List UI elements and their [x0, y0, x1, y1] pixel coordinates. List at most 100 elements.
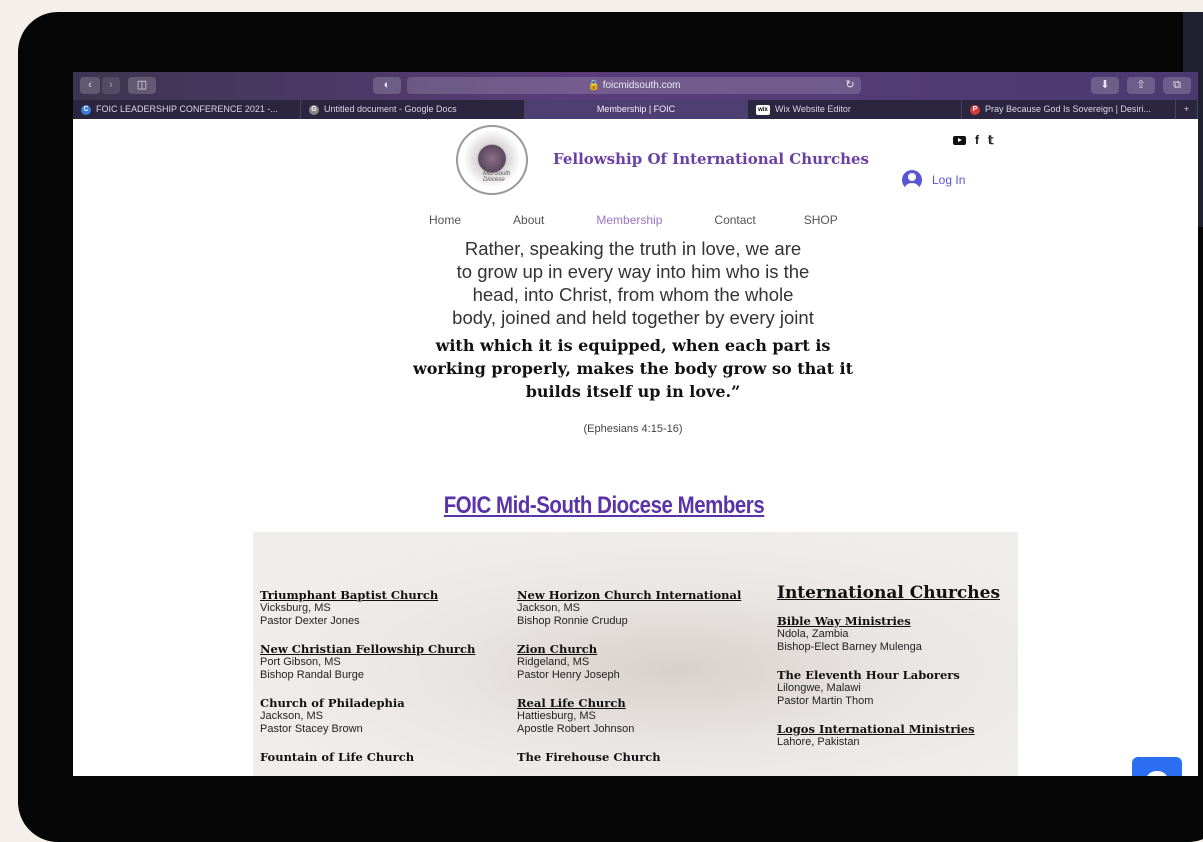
church-name[interactable]: Real Life Church: [517, 697, 777, 710]
chat-button[interactable]: [1132, 757, 1182, 776]
tabs-overview-icon[interactable]: ⧉: [1163, 77, 1191, 94]
browser-tab-3[interactable]: wix Wix Website Editor: [748, 100, 962, 119]
quote-line: body, joined and held together by every …: [452, 307, 814, 328]
church-location: Lahore, Pakistan: [777, 736, 860, 748]
church-name[interactable]: Triumphant Baptist Church: [260, 589, 520, 602]
lock-icon: 🔒: [587, 80, 600, 91]
download-icon[interactable]: ⬇: [1091, 77, 1119, 94]
logo-caption: Mid-South Diocese: [483, 171, 511, 183]
share-icon[interactable]: ⇧: [1127, 77, 1155, 94]
new-tab-button[interactable]: +: [1176, 100, 1198, 119]
church-name: The Firehouse Church: [517, 750, 661, 764]
church-location: Jackson, MS: [260, 710, 323, 722]
tab-label: FOIC LEADERSHIP CONFERENCE 2021 -...: [96, 104, 278, 114]
sidebar-button[interactable]: ◫: [128, 77, 156, 94]
url-text: foicmidsouth.com: [602, 80, 681, 91]
user-avatar-icon: [902, 170, 922, 190]
tab-label: Wix Website Editor: [775, 104, 851, 114]
quote-bold: with which it is equipped, when each par…: [393, 334, 873, 403]
church-name: The Eleventh Hour Laborers: [777, 668, 960, 682]
tab-label: Membership | FOIC: [596, 104, 676, 114]
site-title[interactable]: Fellowship Of International Churches: [553, 150, 869, 168]
quote-line: head, into Christ, from whom the whole: [472, 284, 794, 305]
quote-line: builds itself up in love.”: [525, 382, 741, 401]
church-name[interactable]: Logos International Ministries: [777, 723, 1037, 736]
browser-toolbar: ‹ › ◫ ◐ 🔒 foicmidsouth.com ↻ ⬇ ⇧ ⧉: [73, 72, 1198, 100]
church-name: Church of Philadephia: [260, 696, 405, 710]
church-entry: Zion Church Ridgeland, MS Pastor Henry Jos…: [517, 643, 777, 682]
church-location: Hattiesburg, MS: [517, 710, 596, 722]
login-button[interactable]: Log In: [902, 170, 965, 190]
church-name[interactable]: New Horizon Church International: [517, 589, 777, 602]
quote-line: Rather, speaking the truth in love, we a…: [464, 238, 802, 259]
nav-shop[interactable]: SHOP: [804, 213, 838, 227]
tab-favicon-icon: G: [309, 104, 319, 115]
church-location: Vicksburg, MS: [260, 602, 331, 614]
quote-citation: (Ephesians 4:15-16): [583, 423, 683, 435]
main-nav: Home About Membership Contact SHOP: [429, 213, 838, 227]
address-bar[interactable]: 🔒 foicmidsouth.com: [407, 77, 861, 94]
church-entry: The Eleventh Hour Laborers Lilongwe, Mala…: [777, 669, 1037, 708]
tab-favicon-icon: wix: [756, 104, 770, 115]
quote-line: to grow up in every way into him who is …: [456, 261, 810, 282]
privacy-shield-icon[interactable]: ◐: [373, 77, 401, 94]
nav-membership[interactable]: Membership: [596, 213, 662, 227]
members-column-1: Triumphant Baptist Church Vicksburg, MS Pa…: [260, 589, 520, 776]
quote-line: working properly, makes the body grow so…: [412, 359, 854, 378]
browser-tab-0[interactable]: C FOIC LEADERSHIP CONFERENCE 2021 -...: [73, 100, 301, 119]
church-leader: Bishop-Elect Barney Mulenga: [777, 641, 922, 653]
members-title[interactable]: FOIC Mid-South Diocese Members: [153, 492, 1056, 520]
quote-light: Rather, speaking the truth in love, we a…: [393, 237, 873, 329]
church-entry: New Horizon Church International Jackson,…: [517, 589, 777, 628]
church-name[interactable]: Bible Way Ministries: [777, 615, 1037, 628]
church-name[interactable]: Zion Church: [517, 643, 777, 656]
browser-tab-2[interactable]: Membership | FOIC: [525, 100, 748, 119]
laptop-frame: ‹ › ◫ ◐ 🔒 foicmidsouth.com ↻ ⬇ ⇧ ⧉ C FOIC…: [18, 12, 1203, 842]
social-links: f 𝕥: [953, 133, 994, 147]
church-leader: Pastor Martin Thom: [777, 695, 874, 707]
foic-logo[interactable]: Mid-South Diocese: [456, 125, 528, 195]
church-leader: Apostle Robert Johnson: [517, 723, 635, 735]
church-entry: Triumphant Baptist Church Vicksburg, MS Pa…: [260, 589, 520, 628]
forward-button[interactable]: ›: [102, 77, 120, 94]
login-label: Log In: [932, 173, 966, 187]
church-location: Ridgeland, MS: [517, 656, 590, 668]
church-entry: Fountain of Life Church: [260, 751, 520, 764]
church-name: Fountain of Life Church: [260, 750, 415, 764]
church-leader: Bishop Ronnie Crudup: [517, 615, 628, 627]
church-leader: Pastor Stacey Brown: [260, 723, 363, 735]
church-entry: The Firehouse Church: [517, 751, 777, 764]
church-entry: New Christian Fellowship Church Port Gibs…: [260, 643, 520, 682]
nav-contact[interactable]: Contact: [714, 213, 755, 227]
webpage: Mid-South Diocese Fellowship Of Internat…: [73, 119, 1198, 776]
back-button[interactable]: ‹: [80, 77, 100, 94]
church-location: Ndola, Zambia: [777, 628, 849, 640]
church-leader: Pastor Henry Joseph: [517, 669, 620, 681]
members-column-international: International Churches Bible Way Ministr…: [777, 583, 1037, 764]
church-name[interactable]: New Christian Fellowship Church: [260, 643, 520, 656]
youtube-icon[interactable]: [953, 135, 966, 145]
quote-line: with which it is equipped, when each par…: [435, 336, 831, 355]
church-leader: Pastor Dexter Jones: [260, 615, 360, 627]
chat-icon: [1146, 771, 1168, 776]
browser-window: ‹ › ◫ ◐ 🔒 foicmidsouth.com ↻ ⬇ ⇧ ⧉ C FOIC…: [73, 72, 1198, 776]
tab-label: Pray Because God Is Sovereign | Desiri..…: [985, 104, 1151, 114]
tab-favicon-icon: P: [970, 104, 980, 115]
church-entry: Real Life Church Hattiesburg, MS Apostle R…: [517, 697, 777, 736]
facebook-icon[interactable]: f: [975, 133, 979, 147]
church-location: Port Gibson, MS: [260, 656, 341, 668]
church-location: Lilongwe, Malawi: [777, 682, 861, 694]
reload-icon[interactable]: ↻: [843, 77, 857, 94]
nav-home[interactable]: Home: [429, 213, 461, 227]
browser-tab-1[interactable]: G Untitled document - Google Docs: [301, 100, 525, 119]
international-title: International Churches: [777, 583, 1001, 603]
browser-tab-bar: C FOIC LEADERSHIP CONFERENCE 2021 -... G Un…: [73, 100, 1198, 119]
church-entry: Church of Philadephia Jackson, MS Pastor S…: [260, 697, 520, 736]
church-entry: Logos International Ministries Lahore, Pa…: [777, 723, 1037, 749]
twitter-icon[interactable]: 𝕥: [988, 133, 994, 147]
members-column-2: New Horizon Church International Jackson,…: [517, 589, 777, 776]
church-leader: Bishop Randal Burge: [260, 669, 364, 681]
church-entry: Bible Way Ministries Ndola, Zambia Bishop-…: [777, 615, 1037, 654]
browser-tab-4[interactable]: P Pray Because God Is Sovereign | Desiri.…: [962, 100, 1176, 119]
nav-about[interactable]: About: [513, 213, 544, 227]
